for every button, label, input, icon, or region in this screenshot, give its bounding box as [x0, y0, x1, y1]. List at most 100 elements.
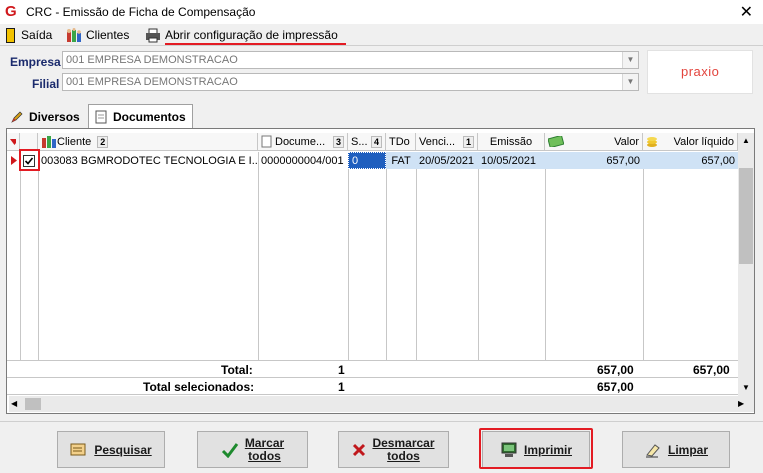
cell-vencimento: 20/05/2021 — [416, 152, 478, 169]
window-title: CRC - Emissão de Ficha de Compensação — [26, 5, 256, 19]
documents-grid: Cliente 2 Docume... 3 S... 4 TDo Venci..… — [6, 128, 755, 414]
search-document-icon — [70, 443, 86, 455]
scroll-left-icon[interactable]: ◀ — [11, 396, 25, 412]
desmarcar-todos-button[interactable]: Desmarcar todos — [338, 431, 449, 468]
triangle-down-icon — [10, 138, 16, 145]
totals-divider — [7, 394, 738, 395]
limpar-button[interactable]: Limpar — [622, 431, 730, 468]
cell-emissao: 10/05/2021 — [478, 152, 545, 169]
scroll-up-icon[interactable]: ▲ — [738, 133, 754, 149]
header-valor[interactable]: Valor — [545, 133, 643, 151]
checkmark-icon — [221, 442, 239, 458]
hscroll-thumb[interactable] — [25, 398, 41, 410]
totals-divider — [7, 360, 738, 361]
clients-icon — [42, 136, 56, 148]
document-icon — [261, 135, 272, 148]
chevron-down-icon[interactable]: ▼ — [622, 74, 638, 90]
tab-diversos[interactable]: Diversos — [4, 106, 86, 128]
header-documento[interactable]: Docume... 3 — [258, 133, 348, 151]
header-tdo-label: TDo — [389, 135, 410, 148]
header-s[interactable]: S... 4 — [348, 133, 386, 151]
header-emissao-label: Emissão — [489, 135, 533, 148]
menu-saida-label: Saída — [21, 28, 53, 42]
col-divider — [478, 152, 479, 360]
close-button[interactable]: ✕ — [740, 2, 753, 22]
x-mark-icon — [353, 443, 366, 456]
horizontal-scrollbar[interactable]: ◀ ▶ — [9, 396, 754, 412]
scroll-down-icon[interactable]: ▼ — [738, 380, 754, 396]
cell-valor: 657,00 — [545, 152, 643, 169]
header-tdo[interactable]: TDo — [386, 133, 416, 151]
clients-icon — [67, 27, 81, 42]
document-icon — [95, 110, 107, 123]
cell-documento: 0000000004/001 — [261, 154, 344, 167]
printer-icon — [146, 28, 160, 42]
total-selecionados-valor: 657,00 — [597, 380, 634, 394]
empresa-select[interactable]: 001 EMPRESA DEMONSTRACAO ▼ — [62, 51, 639, 69]
empresa-value: 001 EMPRESA DEMONSTRACAO — [66, 54, 238, 66]
col-divider — [258, 152, 259, 360]
menu-config-impressao[interactable]: Abrir configuração de impressão — [145, 27, 338, 43]
menu-clientes-label: Clientes — [86, 28, 130, 42]
title-bar: G CRC - Emissão de Ficha de Compensação … — [0, 0, 763, 24]
header-cliente-label: Cliente — [57, 135, 92, 148]
totals-divider — [7, 377, 738, 378]
triangle-right-icon — [10, 156, 17, 165]
menu-separator — [0, 45, 763, 46]
cell-cliente: 003083 BGMRODOTEC TECNOLOGIA E I... — [41, 154, 258, 167]
col-divider — [416, 152, 417, 360]
scroll-right-icon[interactable]: ▶ — [738, 396, 752, 412]
col-divider — [545, 152, 546, 360]
cell-s-selected[interactable]: 0 — [348, 152, 386, 169]
filial-label: Filial — [32, 77, 60, 91]
pesquisar-label: Pesquisar — [94, 442, 152, 457]
header-emissao[interactable]: Emissão — [478, 133, 545, 151]
sort-badge: 2 — [97, 135, 109, 148]
filial-select[interactable]: 001 EMPRESA DEMONSTRACAO ▼ — [62, 73, 639, 91]
total-selecionados-label: Total selecionados: — [143, 380, 255, 394]
header-venc-label: Venci... — [419, 135, 456, 148]
pesquisar-button[interactable]: Pesquisar — [57, 431, 165, 468]
total-valor: 657,00 — [597, 363, 634, 377]
header-s-label: S... — [351, 135, 368, 148]
limpar-label: Limpar — [667, 442, 708, 457]
cell-valor-liquido: 657,00 — [643, 152, 738, 169]
sort-badge: 4 — [370, 135, 382, 148]
total-selecionados-count: 1 — [338, 380, 345, 394]
header-cliente[interactable]: Cliente 2 — [38, 133, 258, 151]
praxio-logo: praxio — [647, 50, 753, 94]
col-divider — [348, 152, 349, 360]
header-valor-liquido-label: Valor líquido — [673, 135, 734, 148]
menu-clientes[interactable]: Clientes — [66, 27, 129, 43]
col-divider — [20, 152, 21, 360]
vertical-scrollbar[interactable]: ▲ ▼ — [738, 133, 754, 396]
money-icon — [548, 136, 564, 147]
desmarcar-label: Desmarcar todos — [372, 435, 435, 463]
total-label: Total: — [221, 363, 253, 377]
praxio-logo-text: praxio — [681, 64, 720, 79]
menu-saida[interactable]: Saída — [5, 27, 52, 43]
tab-documentos-label: Documentos — [113, 109, 186, 124]
filial-value: 001 EMPRESA DEMONSTRACAO — [66, 76, 238, 88]
sort-badge: 3 — [332, 135, 344, 148]
empresa-label: Empresa — [10, 55, 61, 69]
tab-documentos[interactable]: Documentos — [88, 104, 193, 128]
col-divider — [643, 152, 644, 360]
imprimir-highlight — [479, 428, 593, 469]
eraser-icon — [645, 443, 660, 457]
header-valor-liquido[interactable]: Valor líquido — [643, 133, 738, 151]
col-divider — [38, 152, 39, 360]
chevron-down-icon[interactable]: ▼ — [622, 52, 638, 68]
total-valor-liquido: 657,00 — [693, 363, 730, 377]
header-vencimento[interactable]: Venci... 1 — [416, 133, 478, 151]
menu-bar: Saída Clientes Abrir configuração de imp… — [0, 24, 763, 46]
marcar-todos-button[interactable]: Marcar todos — [197, 431, 308, 468]
checkbox-highlight — [19, 149, 40, 171]
coins-icon — [647, 137, 657, 147]
scroll-thumb[interactable] — [739, 168, 753, 264]
marcar-label: Marcar todos — [244, 435, 285, 463]
header-documento-label: Docume... — [275, 135, 326, 148]
tab-diversos-label: Diversos — [29, 110, 80, 124]
app-logo-icon: G — [5, 3, 17, 20]
total-count: 1 — [338, 363, 345, 377]
